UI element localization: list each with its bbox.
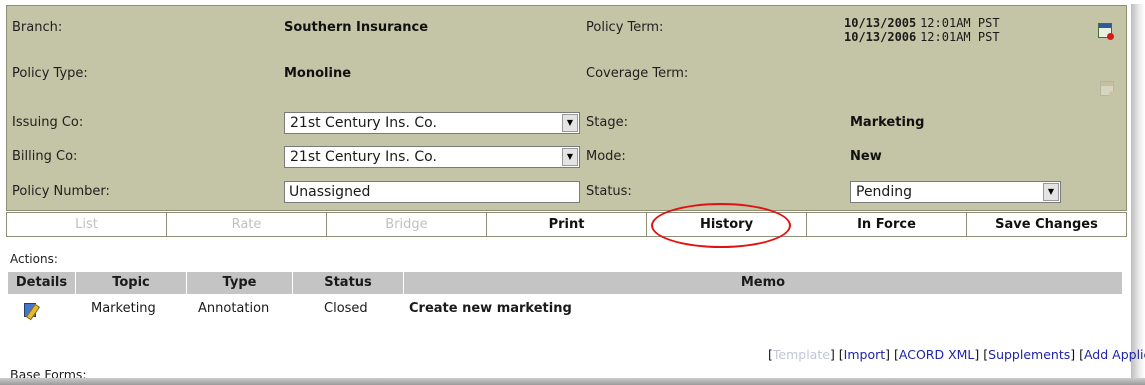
policy-number-label: Policy Number: [12,184,110,199]
term-end-date: 10/13/2006 [844,30,917,44]
status-selected: Pending [856,184,912,200]
column-header-type: Type [187,272,293,294]
term-end: 10/13/2006 12:01AM PST [844,30,1000,44]
column-header-status: Status [293,272,404,294]
dropdown-arrow-icon[interactable]: ▼ [562,114,578,132]
column-header-details: Details [8,272,76,294]
supplements-link[interactable]: Supplements [988,347,1070,362]
billing-co-label: Billing Co: [12,149,78,164]
mode-label: Mode: [586,149,626,164]
policy-info-panel: Branch: Policy Type: Issuing Co: Billing… [6,5,1127,211]
save-changes-button[interactable]: Save Changes [967,213,1126,236]
issuing-co-select[interactable]: 21st Century Ins. Co. ▼ [284,112,580,134]
term-end-time: 12:01AM PST [920,30,1000,44]
billing-co-selected: 21st Century Ins. Co. [290,149,437,165]
billing-co-select[interactable]: 21st Century Ins. Co. ▼ [284,146,580,168]
issuing-co-selected: 21st Century Ins. Co. [290,115,437,131]
action-button-bar: List Rate Bridge Print History In Force … [6,212,1127,237]
print-button[interactable]: Print [487,213,647,236]
term-start-date: 10/13/2005 [844,16,917,30]
acord-xml-link[interactable]: ACORD XML [899,347,975,362]
history-highlight-ring [651,203,791,248]
issuing-co-label: Issuing Co: [12,115,84,130]
stage-value: Marketing [850,115,925,130]
form-links: [Template] [Import] [ACORD XML] [Supplem… [768,347,1145,362]
policy-term-label: Policy Term: [586,20,664,35]
list-button[interactable]: List [7,213,167,236]
calendar-icon[interactable] [1098,23,1114,40]
template-link: Template [772,347,830,362]
branch-label: Branch: [12,20,63,35]
term-start-time: 12:01AM PST [920,16,1000,30]
right-shadow [1131,4,1145,385]
mode-value: New [850,149,882,164]
column-header-topic: Topic [76,272,187,294]
edit-details-icon[interactable] [22,302,41,321]
column-header-memo: Memo [404,272,1123,294]
add-application-link[interactable]: Add Application [1084,347,1145,362]
policy-type-label: Policy Type: [12,66,88,81]
coverage-term-label: Coverage Term: [586,66,689,81]
stage-label: Stage: [586,115,628,130]
rate-button[interactable]: Rate [167,213,327,236]
row-topic: Marketing [91,301,156,316]
dropdown-arrow-icon[interactable]: ▼ [562,148,578,166]
actions-label: Actions: [10,252,58,266]
term-start: 10/13/2005 12:01AM PST [844,16,1000,30]
row-status: Closed [324,301,368,316]
branch-value: Southern Insurance [284,20,429,35]
bottom-shadow [0,378,1145,385]
bridge-button[interactable]: Bridge [327,213,487,236]
row-memo: Create new marketing [409,301,572,316]
import-link[interactable]: Import [844,347,886,362]
dropdown-arrow-icon[interactable]: ▼ [1043,183,1059,201]
status-select[interactable]: Pending ▼ [850,181,1061,203]
policy-number-field[interactable]: Unassigned [284,181,580,203]
policy-type-value: Monoline [284,66,352,81]
status-label: Status: [586,184,632,199]
calendar-disabled-icon [1100,81,1116,98]
row-type: Annotation [198,301,270,316]
in-force-button[interactable]: In Force [807,213,967,236]
